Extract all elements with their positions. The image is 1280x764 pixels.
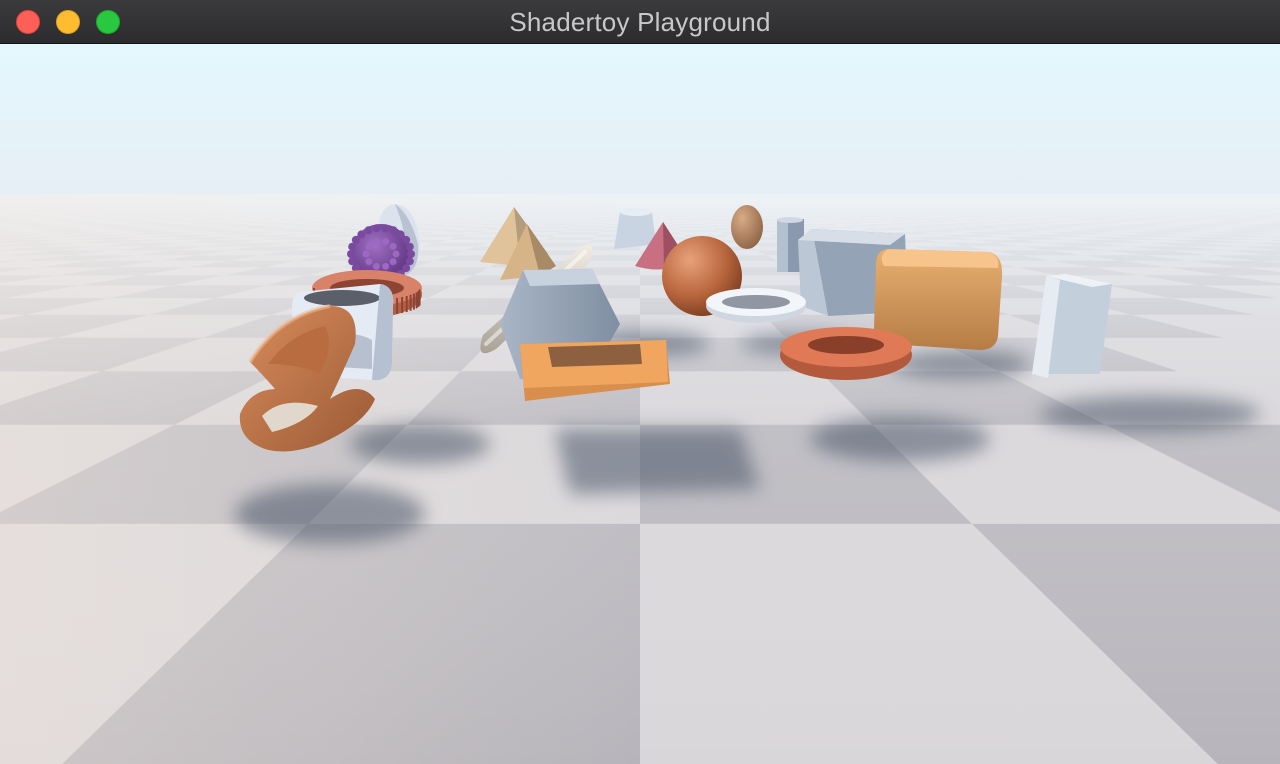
torus [706, 288, 806, 323]
flat-torus [780, 327, 912, 380]
sky [0, 44, 1280, 204]
title-bar[interactable]: Shadertoy Playground [0, 0, 1280, 44]
scene-canvas [0, 44, 1280, 764]
small-sphere [731, 205, 763, 249]
window-title: Shadertoy Playground [509, 7, 771, 37]
app-window: Shadertoy Playground [0, 0, 1280, 764]
render-viewport[interactable] [0, 44, 1280, 764]
cone-frustum [614, 208, 656, 249]
